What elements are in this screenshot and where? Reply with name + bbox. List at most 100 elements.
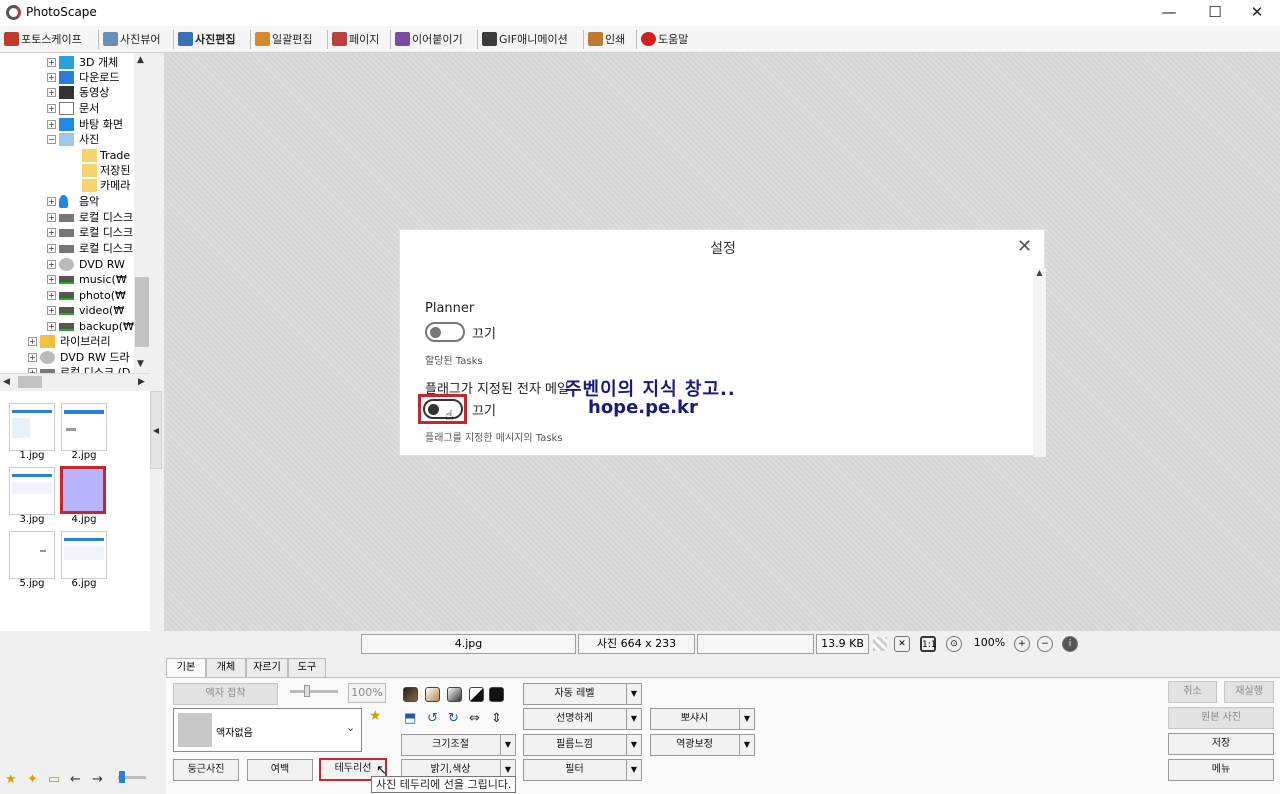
margin-button[interactable]: 여백	[247, 759, 313, 781]
frame-fit-button[interactable]: 액자 접착	[173, 683, 278, 705]
thumbnail[interactable]	[9, 467, 55, 515]
opacity-slider-track[interactable]	[290, 690, 338, 693]
tab-print[interactable]: 인쇄	[586, 29, 625, 50]
transparency-icon[interactable]	[873, 637, 887, 651]
frame-swatch[interactable]	[403, 687, 418, 702]
tab-batch-editor[interactable]: 일괄편집	[253, 29, 312, 50]
tab-crop[interactable]: 자르기	[246, 658, 288, 678]
tab-photoscape[interactable]: 포토스케이프	[2, 29, 82, 50]
scroll-right-icon[interactable]: ▶	[138, 377, 145, 387]
opacity-value[interactable]: 100%	[348, 683, 386, 703]
scroll-down-icon[interactable]: ▼	[137, 359, 144, 369]
auto-level-dropdown[interactable]: 자동 레벨 ▼	[523, 683, 642, 705]
planner-subtext: 할당된 Tasks	[425, 356, 483, 367]
opacity-slider-thumb[interactable]	[304, 685, 310, 697]
minimize-button[interactable]: —	[1146, 0, 1192, 26]
sharpen-dropdown[interactable]: 선명하게 ▼	[523, 708, 642, 730]
frame-select[interactable]: 액자없음 ⌄	[173, 708, 362, 752]
tab-label: 이어붙이기	[412, 33, 463, 46]
redo-button[interactable]: 재실행	[1224, 681, 1274, 703]
fit-to-window-icon[interactable]: ✕	[894, 636, 910, 652]
rotate-right-icon[interactable]: ↻	[448, 711, 459, 726]
tab-label: 인쇄	[605, 33, 626, 46]
frame-swatch[interactable]	[425, 687, 440, 702]
thumbnail-label: 4.jpg	[71, 514, 97, 525]
scroll-thumb[interactable]	[18, 376, 42, 388]
folder-icon	[82, 149, 97, 162]
tab-object[interactable]: 개체	[206, 658, 246, 678]
thumbnail-label: 6.jpg	[71, 578, 97, 589]
forward-arrow-icon[interactable]: →	[92, 772, 103, 787]
thumbnail-label: 2.jpg	[71, 450, 97, 461]
scroll-up-icon[interactable]: ▲	[137, 55, 144, 65]
backlight-dropdown[interactable]: 역광보정 ▼	[650, 734, 755, 756]
combine-icon	[395, 32, 410, 46]
tab-basic[interactable]: 기본	[166, 658, 206, 679]
network-drive-icon	[59, 292, 74, 300]
back-arrow-icon[interactable]: ←	[70, 772, 81, 787]
favorite-star-icon[interactable]: ★	[369, 708, 382, 724]
filter-dropdown[interactable]: 필터 ▼	[523, 759, 642, 781]
favorite-folder-icon[interactable]: ✦	[27, 772, 38, 787]
cube-icon	[59, 56, 74, 69]
frame-swatch[interactable]	[469, 687, 484, 702]
tab-help[interactable]: 도움말	[639, 29, 688, 50]
tab-label: GIF애니메이션	[499, 33, 568, 46]
scroll-left-icon[interactable]: ◀	[3, 377, 10, 387]
tree-vertical-scrollbar[interactable]: ▲ ▼	[134, 53, 150, 373]
film-effect-dropdown[interactable]: 필름느낌 ▼	[523, 734, 642, 756]
dialog-scrollbar	[1033, 268, 1046, 457]
rotate-free-icon[interactable]: ⬒	[404, 711, 416, 726]
save-button[interactable]: 저장	[1168, 733, 1274, 755]
frame-swatch[interactable]	[489, 687, 504, 702]
thumbnail-size-slider-thumb[interactable]	[119, 771, 125, 783]
maximize-button[interactable]: ☐	[1192, 0, 1238, 26]
folder-icon	[82, 164, 97, 177]
thumbnail-selected[interactable]	[60, 466, 106, 514]
status-bar: 4.jpg 사진 664 x 233 13.9 KB ✕ 1:1 ⊙ 100% …	[164, 633, 1280, 655]
edit-tabs: 기본 개체 자르기 도구	[166, 658, 366, 679]
flip-horizontal-icon[interactable]: ⇔	[469, 711, 480, 726]
zoom-level: 100%	[973, 636, 1006, 649]
film-icon	[59, 86, 74, 99]
tab-combine[interactable]: 이어붙이기	[393, 29, 463, 50]
resize-dropdown[interactable]: 크기조절 ▼	[401, 734, 516, 756]
frame-swatch[interactable]	[447, 687, 462, 702]
info-icon[interactable]: i	[1062, 636, 1078, 652]
planner-toggle-label: 끄기	[472, 327, 496, 342]
flip-vertical-icon[interactable]: ⇕	[491, 711, 502, 726]
scroll-thumb[interactable]	[135, 277, 149, 347]
tree-horizontal-scrollbar[interactable]: ◀ ▶	[0, 373, 150, 390]
round-photo-button[interactable]: 둥근사진	[173, 759, 239, 781]
status-dimensions: 사진 664 x 233	[578, 634, 695, 654]
menu-button[interactable]: 메뉴	[1168, 759, 1274, 781]
editor-icon	[178, 32, 193, 46]
collapse-panel-handle[interactable]: ◀	[150, 391, 162, 469]
original-photo-button[interactable]: 원본 사진	[1168, 707, 1274, 729]
tab-viewer[interactable]: 사진뷰어	[101, 29, 160, 50]
status-extra	[697, 634, 814, 654]
tab-label: 페이지	[349, 33, 380, 46]
favorite-star-icon[interactable]: ★	[5, 772, 17, 787]
open-folder-icon[interactable]: ▭	[48, 772, 60, 787]
actual-size-icon[interactable]: 1:1	[920, 636, 936, 652]
tab-gif-animation[interactable]: GIF애니메이션	[480, 29, 568, 50]
settings-dialog-image: 설정 ✕ ▲ Planner 끄기 할당된 Tasks 플래그가 지정된 전자 …	[399, 229, 1046, 457]
zoom-fit-icon[interactable]: ⊙	[946, 636, 962, 652]
tooltip: 사진 테두리에 선을 그립니다.	[371, 776, 517, 793]
undo-button[interactable]: 취소	[1168, 681, 1217, 703]
thumbnail[interactable]	[9, 403, 55, 451]
tab-page[interactable]: 페이지	[330, 29, 379, 50]
zoom-in-icon[interactable]: +	[1014, 636, 1030, 652]
thumbnail[interactable]	[61, 531, 107, 579]
thumbnail[interactable]	[61, 403, 107, 451]
rotate-left-icon[interactable]: ↺	[427, 711, 438, 726]
bloom-dropdown[interactable]: 뽀샤시 ▼	[650, 708, 755, 730]
thumbnail[interactable]	[9, 531, 55, 579]
zoom-out-icon[interactable]: −	[1037, 636, 1053, 652]
tab-editor[interactable]: 사진편집	[176, 29, 235, 50]
tab-tools[interactable]: 도구	[288, 658, 326, 678]
dialog-title: 설정	[710, 241, 736, 257]
close-button[interactable]: ✕	[1234, 0, 1280, 26]
tab-label: 사진뷰어	[120, 33, 161, 46]
